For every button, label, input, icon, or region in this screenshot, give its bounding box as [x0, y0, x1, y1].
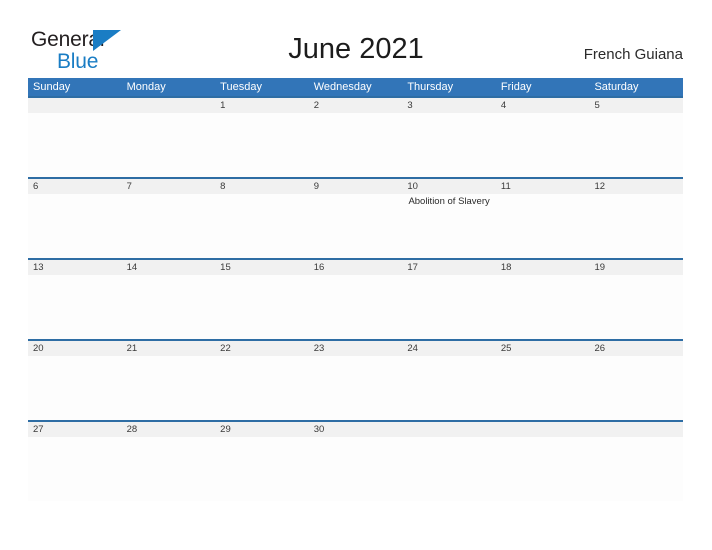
day-number[interactable]: 21	[122, 341, 216, 356]
day-number[interactable]	[496, 422, 590, 437]
day-number[interactable]	[589, 422, 683, 437]
day-number[interactable]: 11	[496, 179, 590, 194]
day-number[interactable]: 20	[28, 341, 122, 356]
day-number-band: 6 7 8 9 10 11 12	[28, 179, 683, 194]
day-cell[interactable]	[402, 275, 496, 339]
day-number[interactable]	[402, 422, 496, 437]
day-number[interactable]: 16	[309, 260, 403, 275]
day-number[interactable]: 22	[215, 341, 309, 356]
day-cell[interactable]	[122, 437, 216, 501]
week-row: 13 14 15 16 17 18 19	[28, 258, 683, 339]
day-number-band: 1 2 3 4 5	[28, 98, 683, 113]
day-number[interactable]: 25	[496, 341, 590, 356]
calendar-page: General Blue June 2021 French Guiana Sun…	[0, 0, 712, 550]
day-cell[interactable]	[402, 356, 496, 420]
weekday-friday: Friday	[500, 81, 532, 93]
day-cell[interactable]	[402, 113, 496, 177]
day-number[interactable]: 5	[589, 98, 683, 113]
day-cell[interactable]	[496, 275, 590, 339]
week-row: 1 2 3 4 5	[28, 96, 683, 177]
day-cell-holiday[interactable]: Abolition of Slavery	[402, 194, 496, 258]
day-number[interactable]: 18	[496, 260, 590, 275]
day-number[interactable]: 23	[309, 341, 403, 356]
weekday-header-row: Sunday Monday Tuesday Wednesday Thursday…	[28, 78, 683, 96]
day-cell[interactable]	[309, 194, 403, 258]
day-number[interactable]: 19	[589, 260, 683, 275]
weekday-tuesday: Tuesday	[220, 81, 262, 93]
day-number[interactable]: 7	[122, 179, 216, 194]
day-cell[interactable]	[28, 113, 122, 177]
day-cell[interactable]	[28, 356, 122, 420]
day-cell[interactable]	[28, 437, 122, 501]
day-cell[interactable]	[589, 437, 683, 501]
day-number-band: 20 21 22 23 24 25 26	[28, 341, 683, 356]
day-cell[interactable]	[215, 194, 309, 258]
day-number[interactable]: 15	[215, 260, 309, 275]
day-number[interactable]	[122, 98, 216, 113]
weekday-saturday: Saturday	[594, 81, 639, 93]
day-cell[interactable]	[122, 275, 216, 339]
day-cell[interactable]	[496, 194, 590, 258]
day-event-band	[28, 437, 683, 501]
day-number[interactable]: 8	[215, 179, 309, 194]
day-cell[interactable]	[215, 275, 309, 339]
week-row: 27 28 29 30	[28, 420, 683, 501]
event-label: Abolition of Slavery	[408, 196, 490, 207]
day-cell[interactable]	[589, 356, 683, 420]
day-number[interactable]: 6	[28, 179, 122, 194]
day-number[interactable]: 1	[215, 98, 309, 113]
day-cell[interactable]	[215, 356, 309, 420]
weekday-monday: Monday	[126, 81, 166, 93]
day-cell[interactable]	[215, 113, 309, 177]
day-number[interactable]: 17	[402, 260, 496, 275]
day-number[interactable]: 2	[309, 98, 403, 113]
day-cell[interactable]	[496, 437, 590, 501]
day-cell[interactable]	[28, 194, 122, 258]
day-cell[interactable]	[215, 437, 309, 501]
day-number[interactable]: 12	[589, 179, 683, 194]
day-cell[interactable]	[309, 356, 403, 420]
day-number[interactable]	[28, 98, 122, 113]
day-cell[interactable]	[589, 275, 683, 339]
day-number-band: 27 28 29 30	[28, 422, 683, 437]
day-cell[interactable]	[589, 113, 683, 177]
day-cell[interactable]	[589, 194, 683, 258]
day-number[interactable]: 28	[122, 422, 216, 437]
day-number[interactable]: 9	[309, 179, 403, 194]
day-event-band	[28, 113, 683, 177]
day-event-band	[28, 275, 683, 339]
day-number[interactable]: 26	[589, 341, 683, 356]
calendar-grid: Sunday Monday Tuesday Wednesday Thursday…	[28, 78, 683, 501]
day-number[interactable]: 4	[496, 98, 590, 113]
day-cell[interactable]	[28, 275, 122, 339]
week-row: 20 21 22 23 24 25 26	[28, 339, 683, 420]
day-event-band	[28, 356, 683, 420]
day-cell[interactable]	[122, 113, 216, 177]
day-cell[interactable]	[122, 356, 216, 420]
region-label: French Guiana	[583, 46, 683, 63]
day-cell[interactable]	[402, 437, 496, 501]
day-cell[interactable]	[122, 194, 216, 258]
day-number[interactable]: 30	[309, 422, 403, 437]
day-cell[interactable]	[309, 113, 403, 177]
weekday-thursday: Thursday	[407, 81, 454, 93]
weekday-wednesday: Wednesday	[313, 81, 372, 93]
day-number[interactable]: 29	[215, 422, 309, 437]
day-cell[interactable]	[496, 356, 590, 420]
day-number[interactable]: 10	[402, 179, 496, 194]
day-cell[interactable]	[496, 113, 590, 177]
week-row: 6 7 8 9 10 11 12 Abolition of Slavery	[28, 177, 683, 258]
day-cell[interactable]	[309, 275, 403, 339]
day-number[interactable]: 3	[402, 98, 496, 113]
day-number-band: 13 14 15 16 17 18 19	[28, 260, 683, 275]
day-event-band: Abolition of Slavery	[28, 194, 683, 258]
day-number[interactable]: 27	[28, 422, 122, 437]
day-number[interactable]: 13	[28, 260, 122, 275]
day-cell[interactable]	[309, 437, 403, 501]
day-number[interactable]: 14	[122, 260, 216, 275]
day-number[interactable]: 24	[402, 341, 496, 356]
weekday-sunday: Sunday	[33, 81, 71, 93]
page-header: General Blue June 2021 French Guiana	[0, 0, 712, 78]
